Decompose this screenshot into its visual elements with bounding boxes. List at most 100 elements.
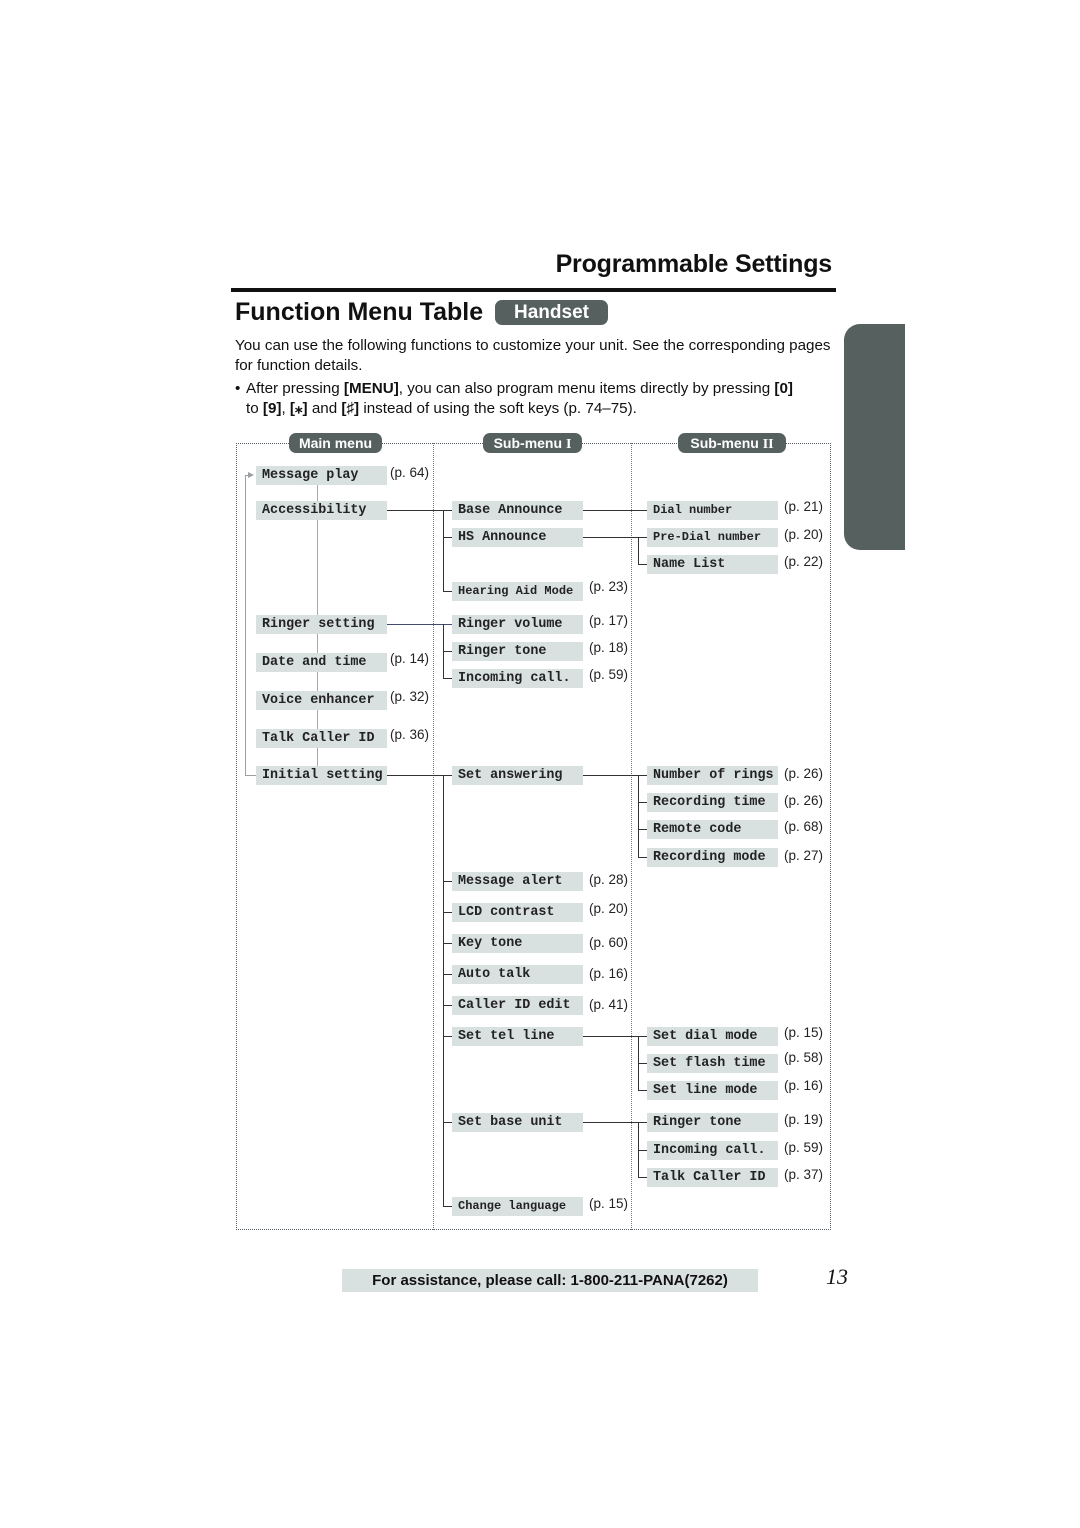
intro-bullet: • After pressing [MENU], you can also pr… <box>235 379 835 419</box>
page-ref: (p. 21) <box>784 499 824 514</box>
connector-line <box>638 829 647 830</box>
sub2-item-number-of-rings[interactable]: Number of rings <box>647 766 778 785</box>
return-loop-line <box>245 775 256 776</box>
chapter-side-tab <box>844 324 905 550</box>
return-loop-line <box>245 476 246 776</box>
connector-line <box>443 1206 452 1207</box>
sub1-item-lcd-contrast[interactable]: LCD contrast <box>452 903 583 922</box>
page-ref: (p. 58) <box>784 1050 824 1065</box>
page-ref: (p. 37) <box>784 1167 824 1182</box>
bullet-marker: • <box>235 380 241 397</box>
sub2-item-remote-code[interactable]: Remote code <box>647 820 778 839</box>
sub2-item-dial-number[interactable]: Dial number <box>647 501 778 520</box>
sub2-item-set-line-mode[interactable]: Set line mode <box>647 1081 778 1100</box>
bullet-text: After pressing <box>246 380 344 397</box>
sub2-item-pre-dial-number[interactable]: Pre-Dial number <box>647 528 778 547</box>
key-menu: [MENU] <box>343 380 399 397</box>
page-ref: (p. 16) <box>589 966 629 981</box>
section-title: Programmable Settings <box>555 250 833 278</box>
page-ref: (p. 16) <box>784 1078 824 1093</box>
page-ref: (p. 41) <box>589 997 629 1012</box>
column-header-sub-menu-2: Sub-menu II <box>678 433 786 453</box>
main-menu-item-voice-enhancer[interactable]: Voice enhancer <box>256 691 387 710</box>
connector-line <box>443 943 452 944</box>
sub2-item-talk-caller-id[interactable]: Talk Caller ID <box>647 1168 778 1187</box>
connector-line <box>443 537 452 538</box>
connector-line <box>443 881 452 882</box>
intro-paragraph: You can use the following functions to c… <box>235 337 831 374</box>
page-ref: (p. 68) <box>784 819 824 834</box>
column-header-sub-menu-1: Sub-menu I <box>483 433 582 453</box>
sub1-item-set-tel-line[interactable]: Set tel line <box>452 1027 583 1046</box>
sub2-item-set-dial-mode[interactable]: Set dial mode <box>647 1027 778 1046</box>
page-ref: (p. 18) <box>589 640 629 655</box>
bullet-text: instead of using the soft keys (p. 74–75… <box>359 400 637 417</box>
main-menu-item-message-play[interactable]: Message play <box>256 466 387 485</box>
assistance-footer: For assistance, please call: 1-800-211-P… <box>342 1269 758 1292</box>
page-ref: (p. 28) <box>589 872 629 887</box>
main-menu-item-accessibility[interactable]: Accessibility <box>256 501 387 520</box>
connector-line <box>638 802 647 803</box>
sub2-item-set-flash-time[interactable]: Set flash time <box>647 1054 778 1073</box>
connector-line <box>638 1150 647 1151</box>
sub2-item-ringer-tone[interactable]: Ringer tone <box>647 1113 778 1132</box>
bullet-text: , you can also program menu items direct… <box>398 380 775 397</box>
page-ref: (p. 15) <box>589 1196 629 1211</box>
sub1-item-set-answering[interactable]: Set answering <box>452 766 583 785</box>
sub2-item-name-list[interactable]: Name List <box>647 555 778 574</box>
connector-line <box>638 775 639 858</box>
page-ref: (p. 59) <box>784 1140 824 1155</box>
title-rule <box>231 288 836 292</box>
connector-line <box>443 1036 452 1037</box>
page-ref: (p. 22) <box>784 554 824 569</box>
main-menu-item-talk-caller-id[interactable]: Talk Caller ID <box>256 729 387 748</box>
key-star: [⁎] <box>289 400 308 417</box>
page-number: 13 <box>826 1264 848 1289</box>
connector-line <box>638 537 639 565</box>
connector-line <box>443 651 452 652</box>
main-menu-item-ringer-setting[interactable]: Ringer setting <box>256 615 387 634</box>
connector-line <box>638 857 647 858</box>
bullet-text: , <box>281 400 290 417</box>
page-ref: (p. 36) <box>390 727 430 742</box>
sub2-item-recording-mode[interactable]: Recording mode <box>647 848 778 867</box>
sub1-item-message-alert[interactable]: Message alert <box>452 872 583 891</box>
column-divider <box>631 443 632 1230</box>
main-menu-item-initial-setting[interactable]: Initial setting <box>256 766 387 785</box>
connector-line <box>638 1090 647 1091</box>
main-menu-item-date-and-time[interactable]: Date and time <box>256 653 387 672</box>
return-loop-line <box>245 475 250 476</box>
sub1-item-incoming-call[interactable]: Incoming call. <box>452 669 583 688</box>
sub1-item-hs-announce[interactable]: HS Announce <box>452 528 583 547</box>
sub1-item-key-tone[interactable]: Key tone <box>452 934 583 953</box>
page-ref: (p. 15) <box>784 1025 824 1040</box>
sub1-item-caller-id-edit[interactable]: Caller ID edit <box>452 996 583 1015</box>
page-ref: (p. 59) <box>589 667 629 682</box>
sub1-item-auto-talk[interactable]: Auto talk <box>452 965 583 984</box>
sub1-item-ringer-tone[interactable]: Ringer tone <box>452 642 583 661</box>
sub1-item-base-announce[interactable]: Base Announce <box>452 501 583 520</box>
bullet-text: and <box>307 400 342 417</box>
connector-line <box>638 564 647 565</box>
page-ref: (p. 64) <box>390 465 430 480</box>
sub1-item-change-language[interactable]: Change language <box>452 1197 583 1216</box>
sub2-item-recording-time[interactable]: Recording time <box>647 793 778 812</box>
sub2-item-incoming-call[interactable]: Incoming call. <box>647 1141 778 1160</box>
page-ref: (p. 14) <box>390 651 430 666</box>
page-ref: (p. 60) <box>589 935 629 950</box>
sub1-item-ringer-volume[interactable]: Ringer volume <box>452 615 583 634</box>
page-ref: (p. 20) <box>784 527 824 542</box>
connector-line <box>443 912 452 913</box>
connector-line <box>443 510 444 592</box>
sub1-item-hearing-aid-mode[interactable]: Hearing Aid Mode <box>452 582 583 601</box>
page-ref: (p. 27) <box>784 848 824 863</box>
connector-line <box>443 591 452 592</box>
connector-line <box>638 1063 647 1064</box>
page-ref: (p. 26) <box>784 766 824 781</box>
sub1-item-set-base-unit[interactable]: Set base unit <box>452 1113 583 1132</box>
column-header-main-menu: Main menu <box>289 433 382 453</box>
page-ref: (p. 26) <box>784 793 824 808</box>
connector-line <box>443 974 452 975</box>
key-0: [0] <box>774 380 793 397</box>
page-ref: (p. 19) <box>784 1112 824 1127</box>
